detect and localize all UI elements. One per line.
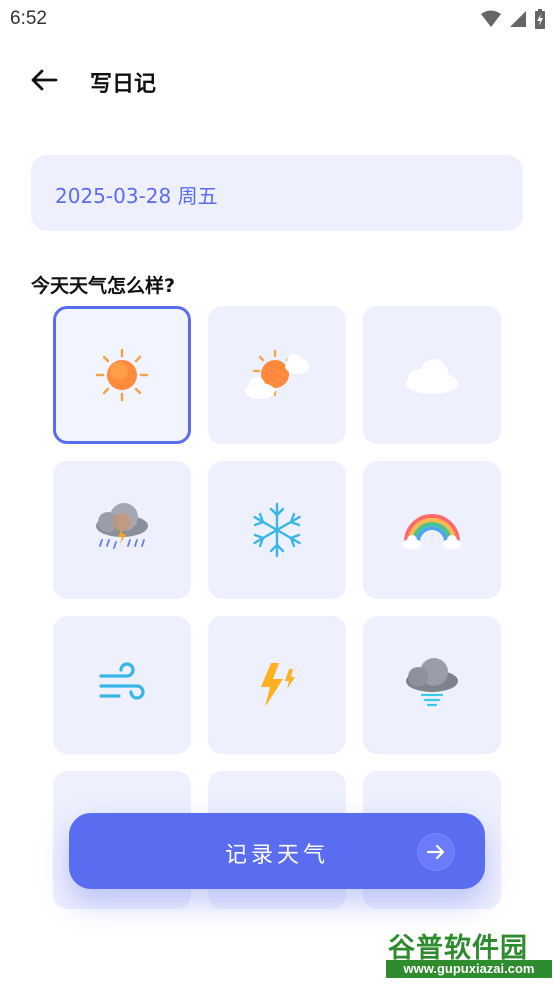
status-bar: 6:52 [0,0,554,40]
status-icons [480,8,546,30]
sun-icon [95,348,149,402]
weather-option-windy[interactable] [53,616,191,754]
watermark: 谷普软件园 www.gupuxiazai.com [386,926,552,980]
rainbow-icon [402,514,462,549]
wind-icon [99,662,145,700]
weather-option-snow[interactable] [208,461,346,599]
snowflake-icon [253,502,301,558]
weather-option-tornado[interactable] [363,616,501,754]
status-time: 6:52 [10,8,47,29]
cell-signal-icon [510,11,526,27]
date-field[interactable]: 2025-03-28 周五 [31,155,523,231]
weather-option-sunny[interactable] [53,306,191,444]
thunderstorm-rain-icon [96,503,148,549]
watermark-url: www.gupuxiazai.com [386,960,552,978]
weather-option-thunderstorm[interactable] [53,461,191,599]
weather-option-lightning[interactable] [208,616,346,754]
wifi-icon [481,10,501,27]
date-value: 2025-03-28 周五 [55,184,218,208]
weather-option-rainbow[interactable] [363,461,501,599]
arrow-left-icon [31,69,58,91]
app-header: 写日记 [0,56,554,104]
partly-cloudy-icon [245,349,309,399]
tornado-icon [406,658,458,707]
weather-option-partly-cloudy[interactable] [208,306,346,444]
battery-charging-icon [535,9,545,29]
lightning-icon [261,663,295,707]
weather-question: 今天天气怎么样? [31,275,176,297]
arrow-right-icon [417,833,455,871]
record-weather-button[interactable]: 记录天气 [69,813,485,889]
back-button[interactable] [24,62,64,98]
cloud-icon [406,359,458,394]
page-title: 写日记 [90,72,157,97]
weather-option-cloudy[interactable] [363,306,501,444]
